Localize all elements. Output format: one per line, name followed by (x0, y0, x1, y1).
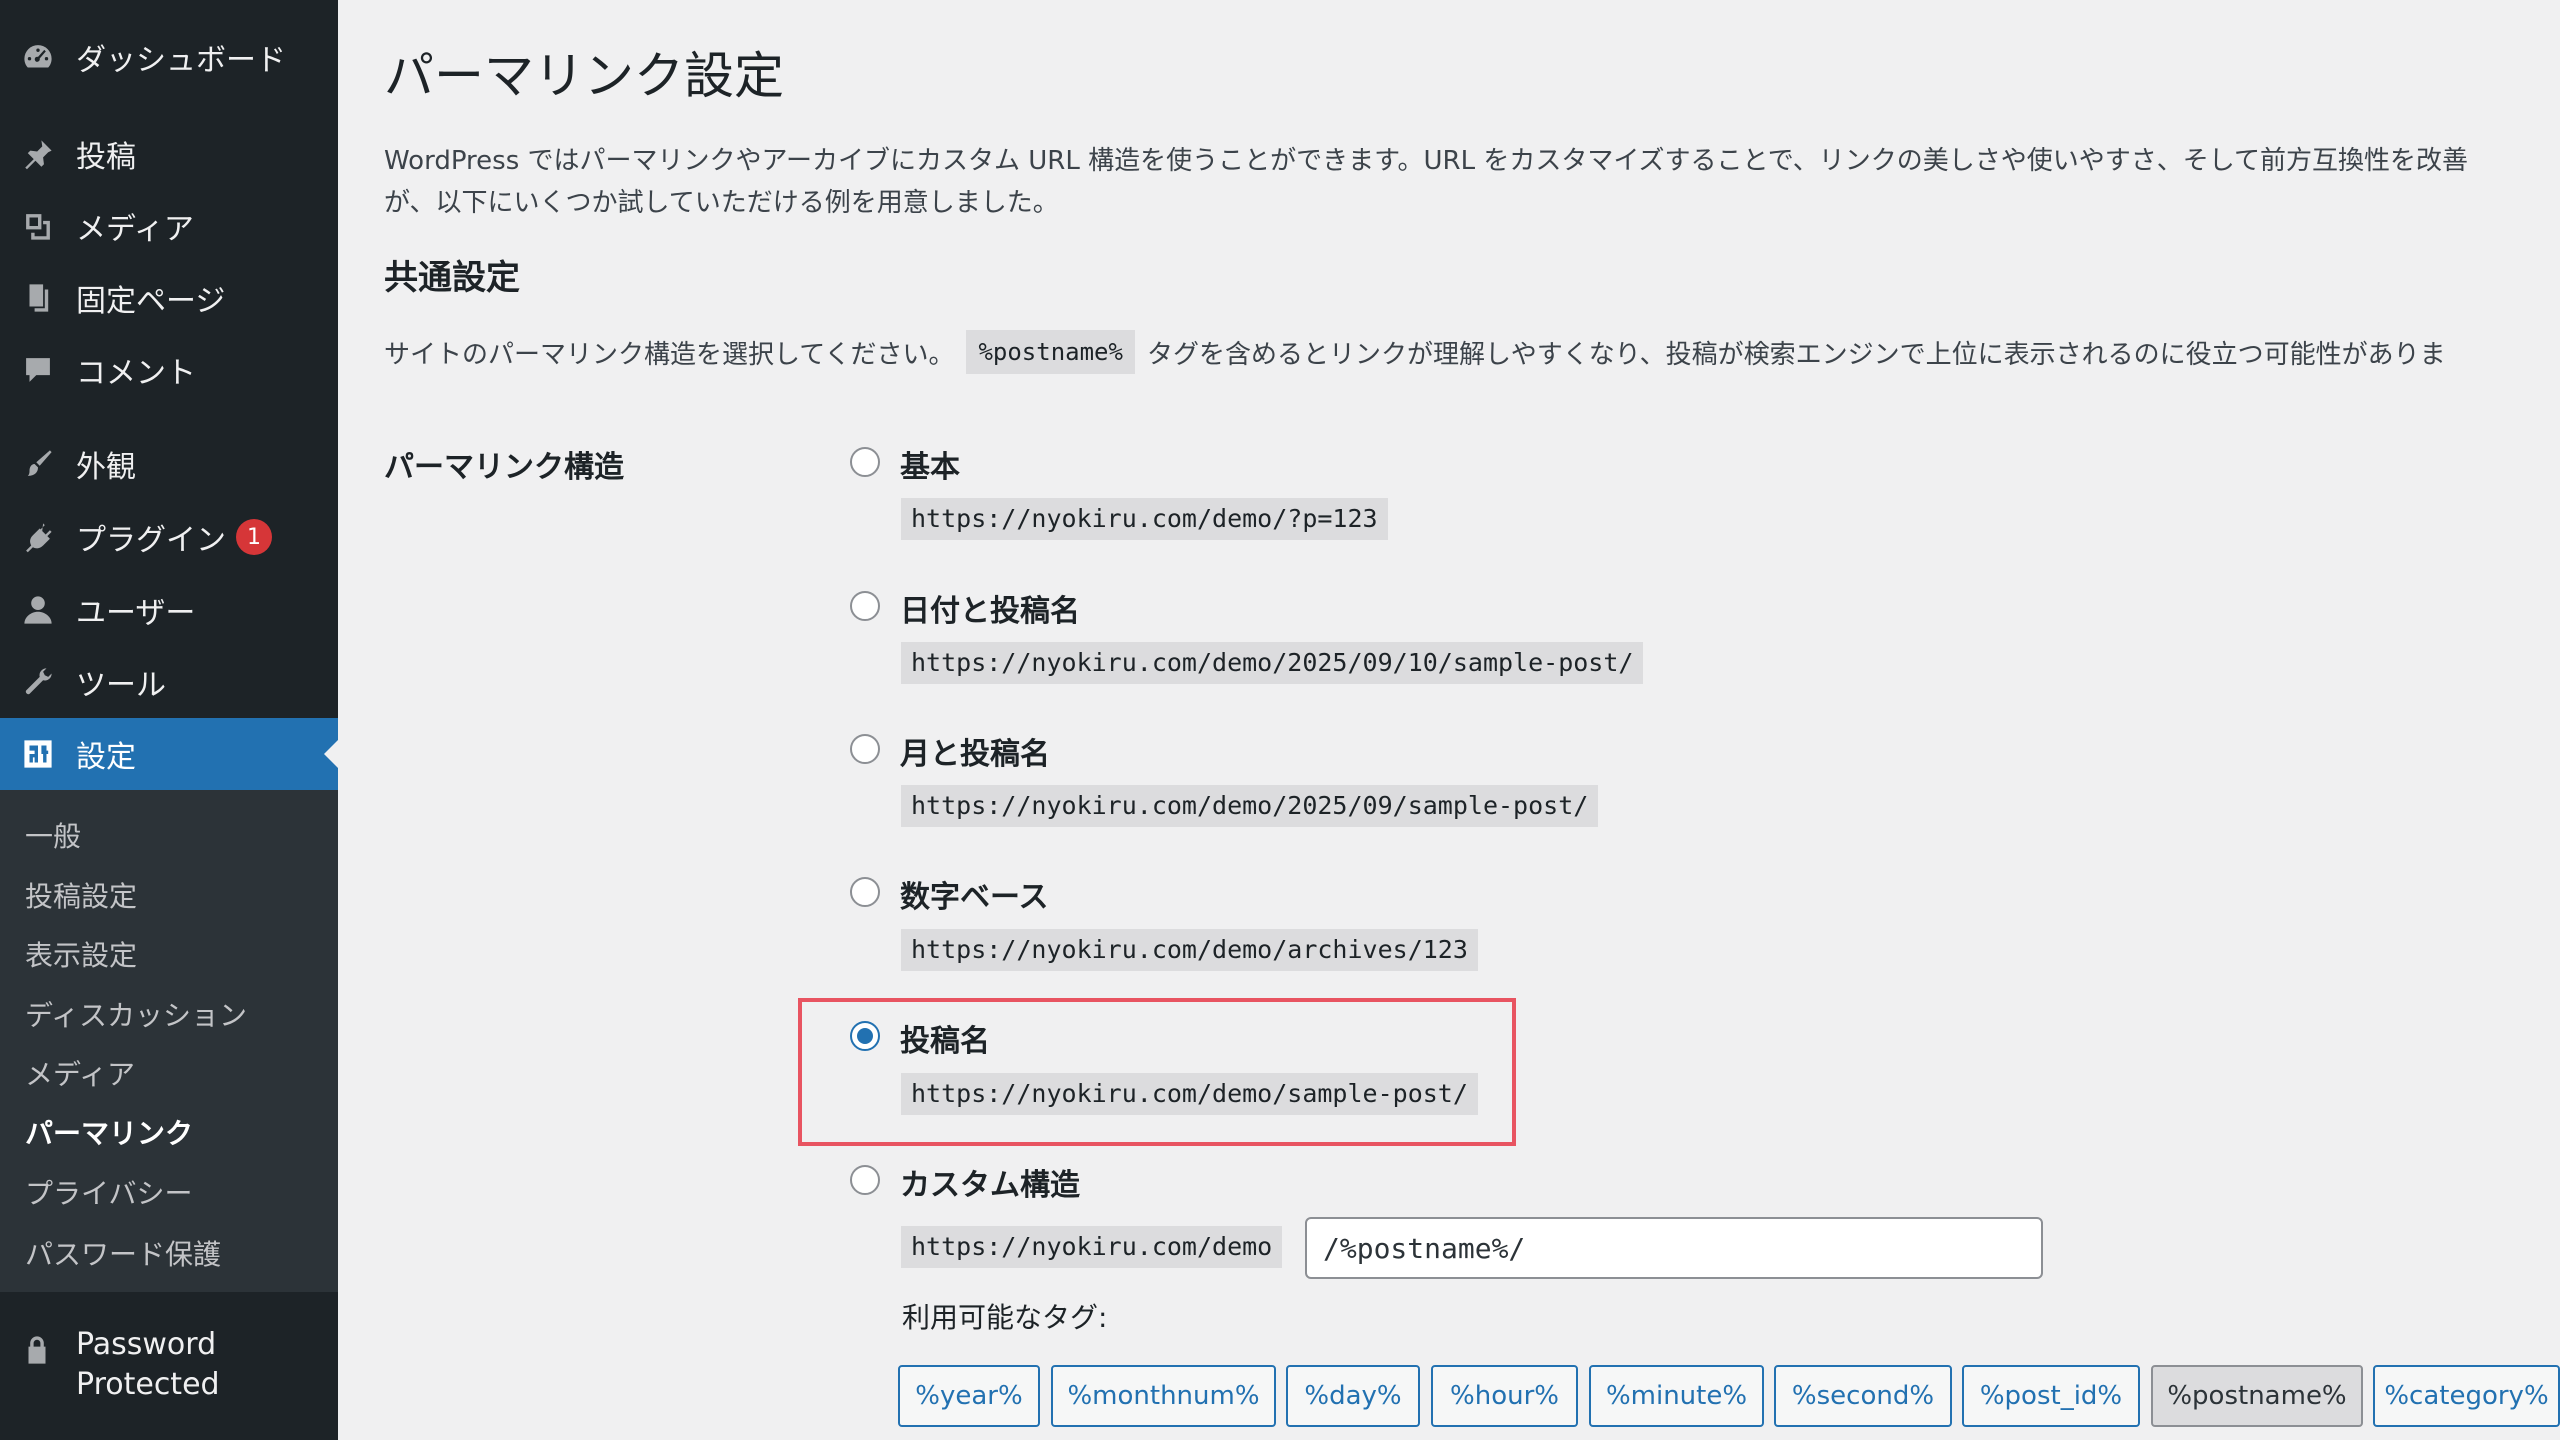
menu-posts[interactable]: 投稿 (0, 124, 338, 184)
radio-custom[interactable] (850, 1165, 880, 1195)
option-label-day-name: 日付と投稿名 (900, 594, 1080, 629)
radio-plain[interactable] (850, 447, 880, 477)
option-label-post-name: 投稿名 (900, 1024, 990, 1059)
submenu-reading[interactable]: 表示設定 (25, 934, 137, 974)
example-url-numeric: https://nyokiru.com/demo/archives/123 (901, 929, 1478, 971)
tag-year-button[interactable]: %year% (898, 1365, 1040, 1427)
menu-label: コメント (76, 356, 196, 391)
menu-label: 外観 (76, 450, 136, 485)
example-url-post-name: https://nyokiru.com/demo/sample-post/ (901, 1073, 1478, 1115)
common-desc-before: サイトのパーマリンク構造を選択してください。 (384, 339, 955, 370)
page-icon (20, 280, 56, 316)
submenu-privacy[interactable]: プライバシー (25, 1172, 192, 1212)
menu-label: メディア (76, 212, 194, 247)
menu-settings[interactable]: 設定 (0, 718, 338, 790)
example-url-plain: https://nyokiru.com/demo/?p=123 (901, 498, 1388, 540)
tag-day-button[interactable]: %day% (1286, 1365, 1420, 1427)
menu-users[interactable]: ユーザー (0, 580, 338, 640)
radio-numeric[interactable] (850, 877, 880, 907)
lock-icon (20, 1333, 56, 1369)
tag-monthnum-button[interactable]: %monthnum% (1051, 1365, 1276, 1427)
submenu-writing[interactable]: 投稿設定 (25, 875, 137, 915)
settings-submenu (0, 790, 338, 1292)
tag-post-id-button[interactable]: %post_id% (1962, 1365, 2140, 1427)
user-icon (20, 592, 56, 628)
intro-text-line2: が、以下にいくつか試していただける例を用意しました。 (384, 188, 1059, 218)
menu-label: 投稿 (76, 140, 136, 175)
radio-post-name[interactable] (850, 1021, 880, 1051)
radio-day-name[interactable] (850, 591, 880, 621)
submenu-password-protection[interactable]: パスワード保護 (25, 1233, 221, 1273)
tag-postname-button[interactable]: %postname% (2151, 1365, 2363, 1427)
menu-media[interactable]: メディア (0, 196, 338, 256)
dashboard-icon (20, 39, 56, 75)
menu-label: ダッシュボード (76, 43, 286, 78)
custom-base-url: https://nyokiru.com/demo (901, 1226, 1283, 1268)
comment-icon (20, 352, 56, 388)
pin-icon (20, 136, 56, 172)
admin-sidebar: ダッシュボード 投稿 メディア 固定ページ コメント 外観 プラグイン 1 ユー… (0, 0, 338, 1440)
password-protected-line2: Protected (76, 1367, 220, 1402)
wrench-icon (20, 664, 56, 700)
menu-label: プラグイン (76, 523, 226, 558)
radio-month-name[interactable] (850, 734, 880, 764)
common-settings-heading: 共通設定 (384, 258, 520, 298)
plugin-update-badge: 1 (236, 519, 272, 555)
menu-appearance[interactable]: 外観 (0, 434, 338, 494)
brush-icon (20, 446, 56, 482)
menu-comments[interactable]: コメント (0, 340, 338, 400)
tag-category-button[interactable]: %category% (2373, 1365, 2560, 1427)
menu-label: 設定 (76, 740, 136, 775)
example-url-month-name: https://nyokiru.com/demo/2025/09/sample-… (901, 785, 1599, 827)
available-tags-label: 利用可能なタグ: (902, 1301, 1108, 1334)
submenu-general[interactable]: 一般 (25, 815, 81, 855)
plugin-icon (20, 519, 56, 555)
settings-icon (20, 736, 56, 772)
option-label-numeric: 数字ベース (900, 880, 1049, 915)
tag-minute-button[interactable]: %minute% (1589, 1365, 1764, 1427)
custom-structure-input[interactable] (1305, 1217, 2043, 1279)
menu-label: ユーザー (76, 596, 196, 631)
menu-tools[interactable]: ツール (0, 652, 338, 712)
page-title: パーマリンク設定 (384, 47, 784, 105)
common-desc-after: タグを含めるとリンクが理解しやすくなり、投稿が検索エンジンで上位に表示されるのに… (1146, 339, 2446, 370)
menu-password-protected[interactable]: Password Protected (0, 1325, 338, 1415)
menu-pages[interactable]: 固定ページ (0, 268, 338, 328)
submenu-permalinks[interactable]: パーマリンク (25, 1112, 193, 1152)
tag-hour-button[interactable]: %hour% (1431, 1365, 1578, 1427)
example-url-day-name: https://nyokiru.com/demo/2025/09/10/samp… (901, 642, 1644, 684)
postname-code: %postname% (966, 330, 1135, 374)
intro-text-line1: WordPress ではパーマリンクやアーカイブにカスタム URL 構造を使うこ… (384, 146, 2468, 176)
menu-plugins[interactable]: プラグイン 1 (0, 507, 338, 567)
common-settings-desc: サイトのパーマリンク構造を選択してください。 %postname% タグを含める… (384, 330, 2446, 374)
submenu-discussion[interactable]: ディスカッション (25, 994, 247, 1034)
permalink-structure-label: パーマリンク構造 (384, 450, 624, 485)
submenu-media[interactable]: メディア (25, 1053, 135, 1093)
option-label-month-name: 月と投稿名 (900, 737, 1050, 772)
password-protected-line1: Password (76, 1327, 217, 1362)
option-label-plain: 基本 (900, 450, 960, 485)
media-icon (20, 208, 56, 244)
tag-second-button[interactable]: %second% (1774, 1365, 1952, 1427)
menu-label: ツール (76, 668, 166, 703)
menu-label: 固定ページ (76, 284, 226, 319)
menu-dashboard[interactable]: ダッシュボード (0, 27, 338, 87)
option-label-custom: カスタム構造 (900, 1168, 1080, 1203)
